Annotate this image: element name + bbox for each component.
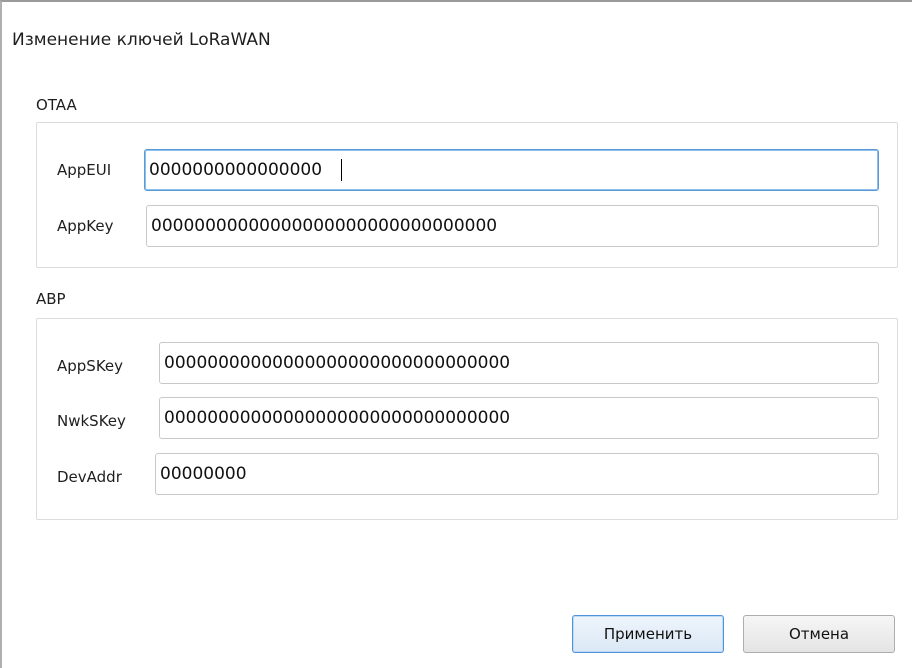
abp-group-label: ABP: [36, 290, 66, 308]
dev-addr-input[interactable]: [155, 453, 879, 495]
cancel-button[interactable]: Отмена: [743, 615, 895, 653]
app-eui-input[interactable]: [144, 149, 879, 191]
dialog-title: Изменение ключей LoRaWAN: [12, 30, 271, 50]
abp-groupbox: AppSKey NwkSKey DevAddr: [36, 318, 898, 520]
apply-button[interactable]: Применить: [572, 615, 724, 653]
app-key-input[interactable]: [146, 205, 879, 247]
app-skey-label: AppSKey: [57, 357, 124, 375]
dev-addr-label: DevAddr: [57, 468, 122, 486]
otaa-groupbox: AppEUI AppKey: [36, 122, 898, 268]
app-skey-input[interactable]: [159, 342, 879, 384]
app-eui-label: AppEUI: [57, 161, 112, 179]
app-key-label: AppKey: [57, 217, 114, 235]
lorawan-keys-dialog: Изменение ключей LoRaWAN OTAA AppEUI App…: [0, 0, 912, 668]
text-caret: [341, 159, 342, 181]
otaa-group-label: OTAA: [36, 96, 77, 114]
nwk-skey-input[interactable]: [159, 397, 879, 439]
nwk-skey-label: NwkSKey: [57, 412, 126, 430]
